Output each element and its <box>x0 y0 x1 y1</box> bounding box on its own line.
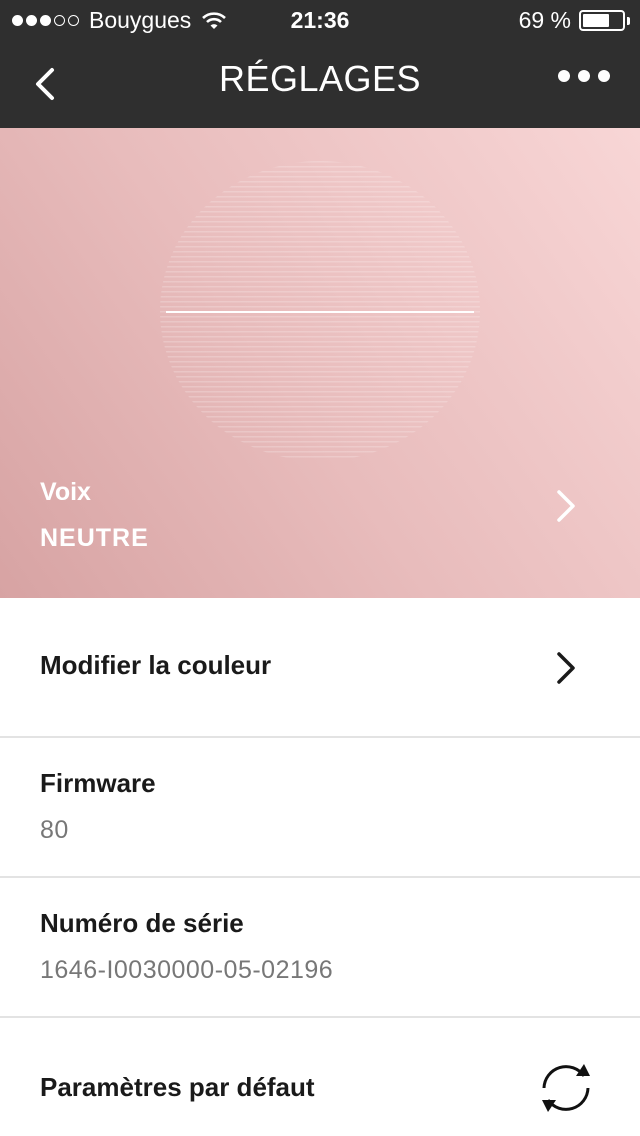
more-button[interactable] <box>558 70 610 82</box>
status-right: 69 % <box>519 7 630 34</box>
page-title: RÉGLAGES <box>218 58 422 99</box>
modify-color-row[interactable]: Modifier la couleur <box>0 598 640 738</box>
more-icon-dot <box>558 70 570 82</box>
battery-tip <box>627 16 630 25</box>
serial-number-value: 1646-I0030000-05-02196 <box>40 956 334 984</box>
factory-defaults-label: Paramètres par défaut <box>40 1072 315 1102</box>
status-bar: Bouygues 21:36 69 % <box>0 0 640 40</box>
more-icon-dot <box>598 70 610 82</box>
chevron-right-icon[interactable] <box>550 486 582 526</box>
modify-color-label: Modifier la couleur <box>40 650 272 680</box>
firmware-value: 80 <box>40 816 69 844</box>
more-icon-dot <box>578 70 590 82</box>
battery-percent: 69 % <box>518 7 571 33</box>
chevron-right-icon[interactable] <box>550 648 582 688</box>
nav-bar: RÉGLAGES <box>0 40 640 128</box>
voice-waveform-line <box>166 311 474 313</box>
voice-label: Voix <box>40 478 91 506</box>
firmware-row: Firmware 80 <box>0 738 640 878</box>
voice-value: NEUTRE <box>40 524 149 552</box>
refresh-icon[interactable] <box>532 1058 600 1118</box>
battery-fill <box>583 14 610 27</box>
factory-defaults-row[interactable]: Paramètres par défaut <box>0 1018 640 1136</box>
voice-card[interactable]: Voix NEUTRE <box>0 128 640 598</box>
battery-icon <box>579 10 625 31</box>
serial-number-label: Numéro de série <box>40 908 244 938</box>
firmware-label: Firmware <box>40 768 156 798</box>
serial-number-row: Numéro de série 1646-I0030000-05-02196 <box>0 878 640 1018</box>
